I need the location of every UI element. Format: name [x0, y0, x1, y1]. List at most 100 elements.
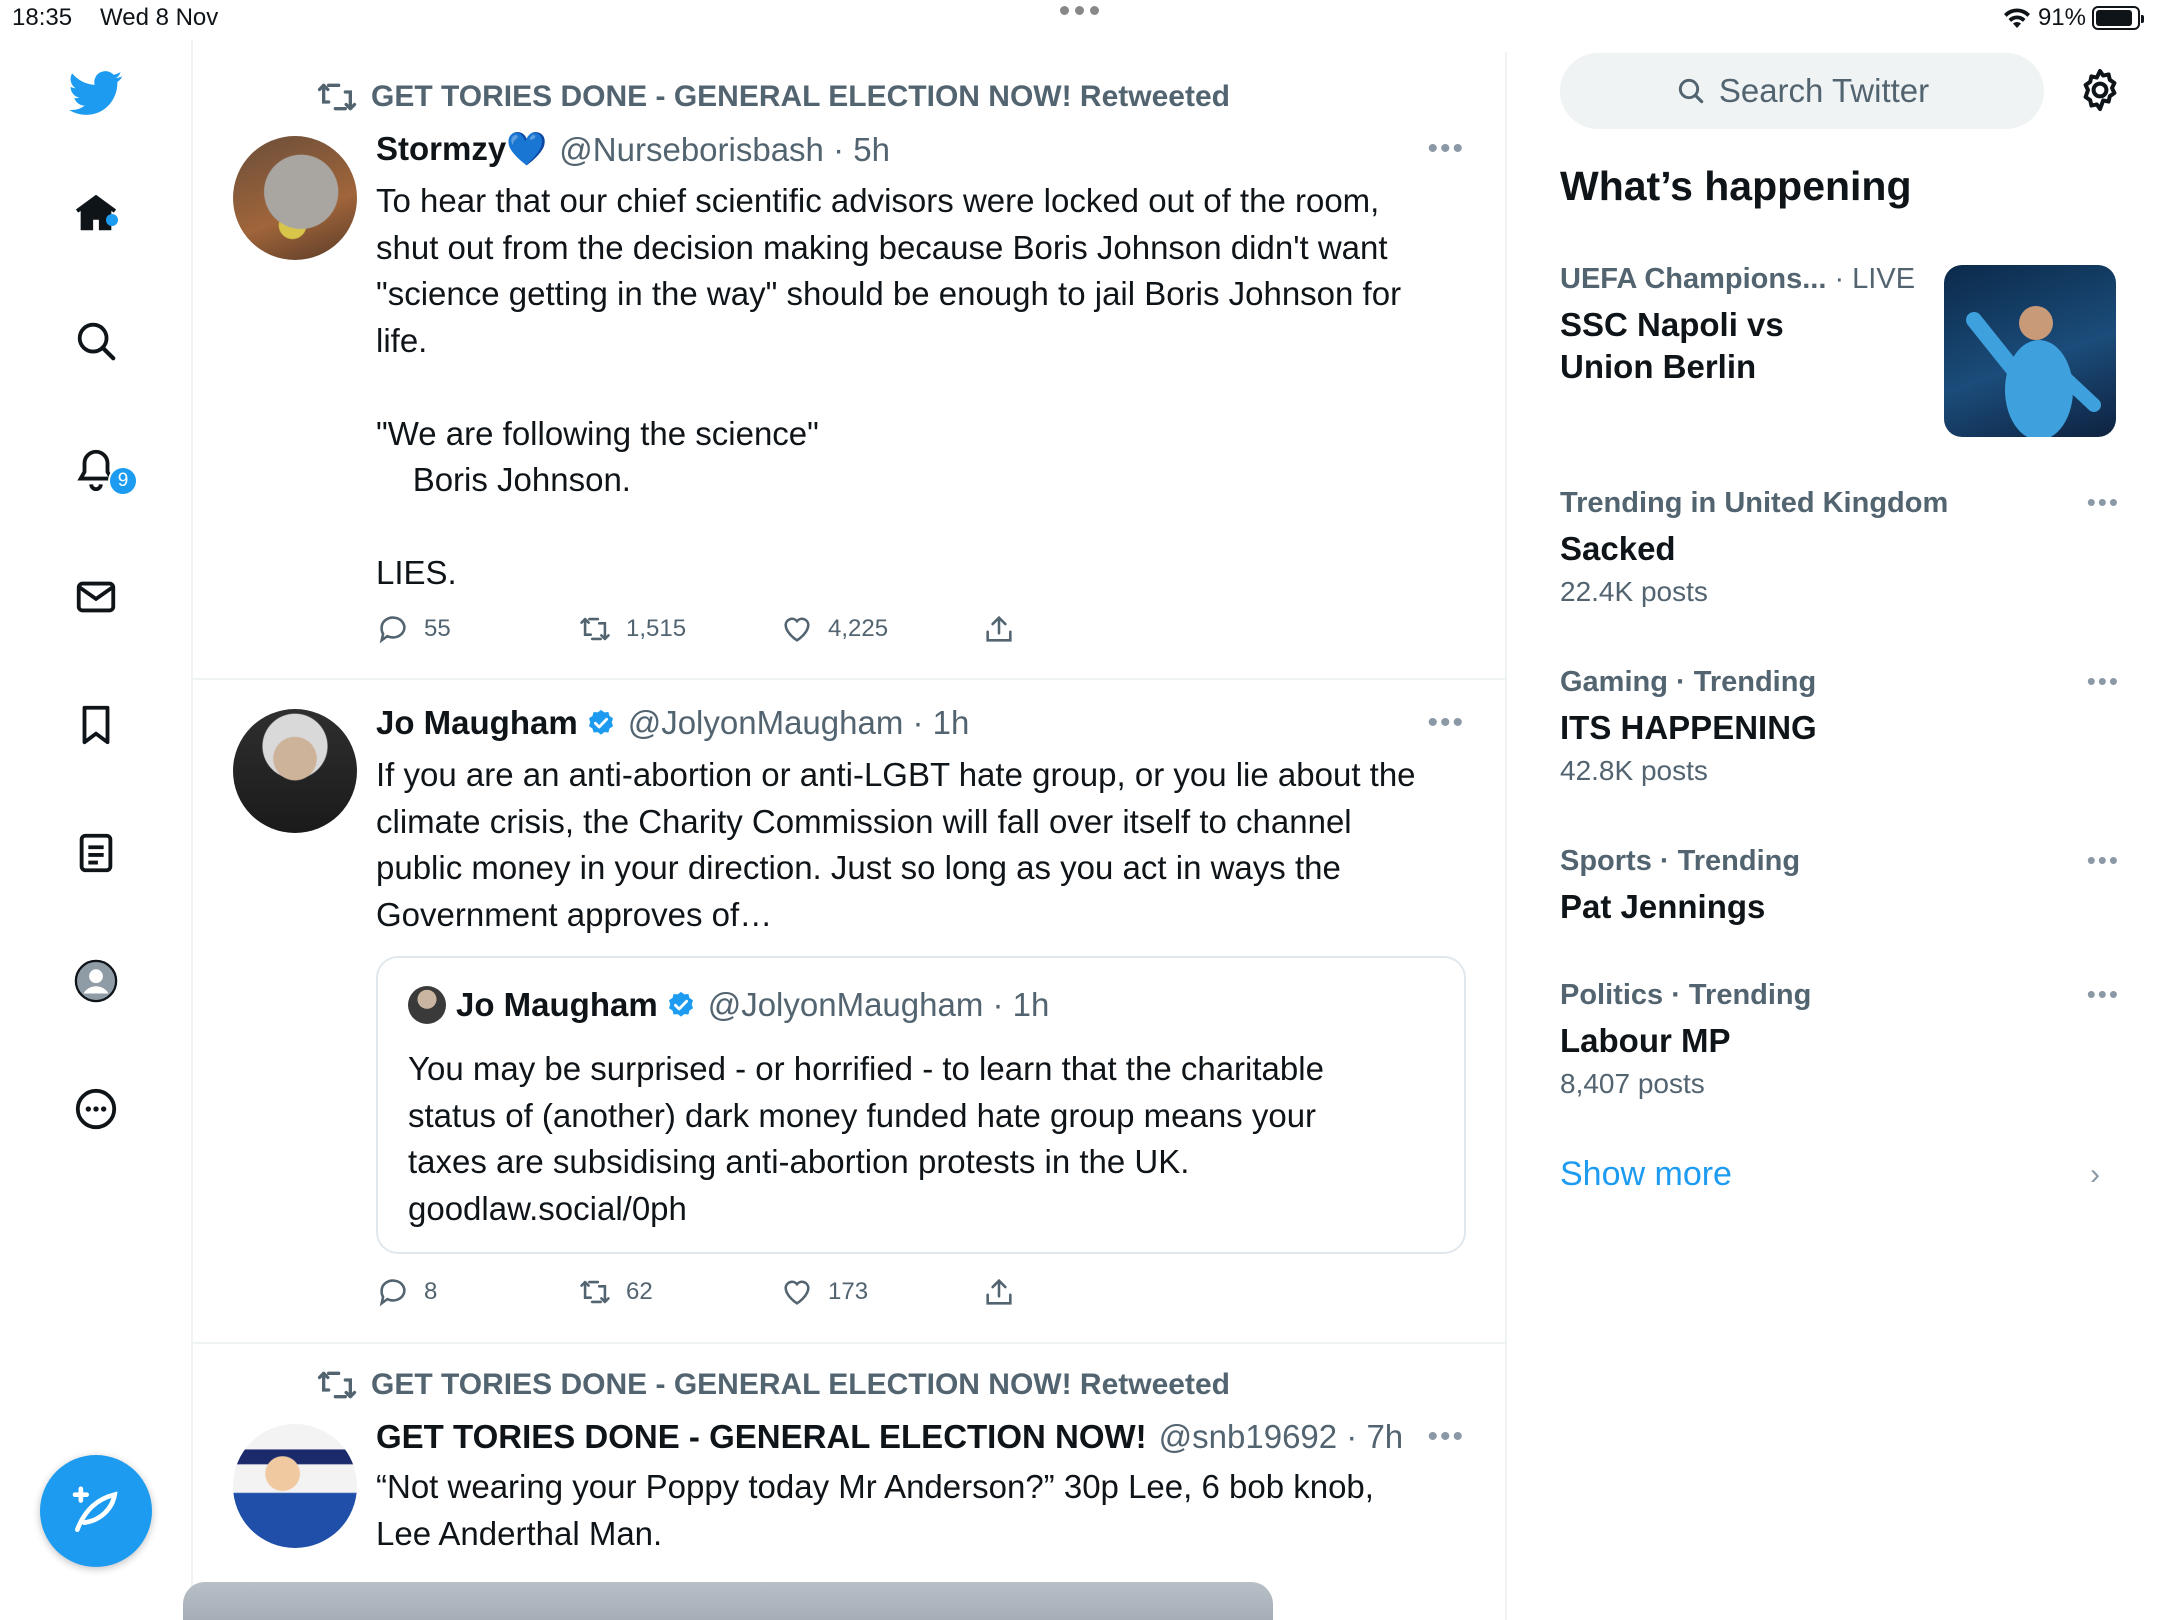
reply-icon	[379, 1279, 406, 1307]
twitter-logo-icon[interactable]	[66, 63, 126, 123]
heart-icon	[784, 1280, 810, 1305]
author-name[interactable]: Stormzy💙	[376, 130, 547, 169]
retweet-icon	[580, 1280, 610, 1304]
retweet-button[interactable]: 62	[578, 1275, 780, 1309]
reply-icon	[379, 616, 406, 644]
like-button[interactable]: 4,225	[780, 612, 982, 646]
author-handle[interactable]: @JolyonMaugham · 1h	[628, 704, 970, 742]
trend-name: Pat Jennings	[1560, 888, 1766, 925]
status-date: Wed 8 Nov	[100, 4, 219, 31]
battery-percent: 91%	[2037, 4, 2086, 31]
tweet[interactable]: Jo Maugham @JolyonMaugham · 1h ••• If yo…	[193, 680, 1505, 1344]
status-right: 91%	[2002, 4, 2144, 32]
explore-search-icon[interactable]	[66, 311, 126, 371]
trend-category: UEFA Champions...	[1560, 263, 1827, 295]
tweet-more-button[interactable]: •••	[1427, 132, 1465, 166]
status-time: 18:35	[12, 4, 73, 31]
quoted-user-avatar	[408, 986, 446, 1024]
tweet-more-button[interactable]: •••	[1427, 1420, 1465, 1454]
author-name[interactable]: GET TORIES DONE - GENERAL ELECTION NOW!	[376, 1418, 1147, 1456]
notifications-badge: 9	[108, 466, 138, 496]
trend-live-label: · LIVE	[1826, 263, 1916, 295]
author-handle[interactable]: @snb19692 · 7h	[1159, 1418, 1404, 1456]
retweet-indicator: GET TORIES DONE - GENERAL ELECTION NOW! …	[317, 1368, 1230, 1402]
user-avatar[interactable]	[233, 709, 357, 833]
wifi-icon	[2003, 8, 2030, 28]
reply-button[interactable]: 8	[376, 1275, 578, 1309]
chevron-right-icon[interactable]: ›	[2090, 1158, 2100, 1192]
trend-item[interactable]: Gaming · Trending ITS HAPPENING 42.8K po…	[1560, 666, 2120, 787]
quoted-tweet[interactable]: Jo Maugham @JolyonMaugham · 1h You may b…	[376, 956, 1466, 1254]
tweet[interactable]: GET TORIES DONE - GENERAL ELECTION NOW! …	[193, 1344, 1505, 1620]
trend-thumbnail[interactable]	[1944, 265, 2116, 437]
retweet-icon	[317, 83, 357, 111]
like-count: 173	[828, 1278, 869, 1305]
share-button[interactable]	[982, 612, 1184, 646]
trend-item[interactable]: Politics · Trending Labour MP 8,407 post…	[1560, 979, 2120, 1100]
trend-count: 42.8K posts	[1560, 755, 1708, 786]
retweet-count: 62	[626, 1278, 653, 1305]
retweet-label: GET TORIES DONE - GENERAL ELECTION NOW! …	[371, 1368, 1230, 1401]
heart-icon	[784, 617, 810, 642]
profile-avatar-icon[interactable]	[66, 951, 126, 1011]
show-more-link[interactable]: Show more	[1560, 1155, 1732, 1194]
retweet-label: GET TORIES DONE - GENERAL ELECTION NOW! …	[371, 80, 1230, 113]
left-navigation: 9	[0, 40, 193, 1620]
author-name[interactable]: Jo Maugham	[376, 704, 578, 742]
search-icon	[1678, 78, 1704, 104]
tweet-actions: 55 1,515 4,225	[376, 612, 1184, 646]
search-placeholder: Search Twitter	[1718, 72, 1930, 109]
reply-count: 8	[424, 1278, 438, 1305]
trend-name: Labour MP	[1560, 1022, 1731, 1059]
quoted-tweet-text: You may be surprised - or horrified - to…	[408, 1050, 1324, 1227]
compose-tweet-button[interactable]	[40, 1455, 152, 1567]
more-options-icon[interactable]	[66, 1079, 126, 1139]
trend-name: SSC Napoli vs Union Berlin	[1560, 306, 1784, 385]
user-avatar[interactable]	[233, 136, 357, 260]
trend-more-button[interactable]: •••	[2087, 666, 2120, 697]
verified-badge-icon	[588, 709, 613, 735]
quoted-author-name: Jo Maugham	[456, 986, 658, 1023]
timeline: GET TORIES DONE - GENERAL ELECTION NOW! …	[193, 52, 1507, 1620]
bookmarks-icon[interactable]	[66, 695, 126, 755]
like-button[interactable]: 173	[780, 1275, 982, 1309]
settings-gear-icon[interactable]	[2076, 66, 2124, 114]
trend-name: Sacked	[1560, 530, 1676, 567]
tweet-more-button[interactable]: •••	[1427, 706, 1465, 740]
author-handle[interactable]: @Nurseborisbash · 5h	[559, 131, 890, 169]
share-button[interactable]	[982, 1275, 1184, 1309]
lists-icon[interactable]	[66, 823, 126, 883]
trend-category: Sports · Trending	[1560, 845, 1801, 877]
user-avatar[interactable]	[233, 1424, 357, 1548]
trend-more-button[interactable]: •••	[2087, 845, 2120, 876]
home-unread-dot	[106, 214, 118, 226]
share-icon	[986, 615, 1012, 642]
retweet-button[interactable]: 1,515	[578, 612, 780, 646]
trend-item[interactable]: Trending in United Kingdom Sacked 22.4K …	[1560, 487, 2120, 608]
search-bar[interactable]: Search Twitter	[1560, 53, 2044, 129]
trend-more-button[interactable]: •••	[2087, 979, 2120, 1010]
reply-button[interactable]: 55	[376, 612, 578, 646]
trend-name: ITS HAPPENING	[1560, 709, 1817, 746]
reply-count: 55	[424, 615, 451, 642]
verified-badge-icon	[668, 991, 693, 1017]
messages-envelope-icon[interactable]	[66, 567, 126, 627]
battery-icon	[2092, 6, 2144, 30]
compose-feather-icon	[72, 1486, 118, 1532]
tweet-actions: 8 62 173	[376, 1275, 1184, 1309]
trend-more-button[interactable]: •••	[2087, 487, 2120, 518]
trend-count: 8,407 posts	[1560, 1068, 1705, 1099]
multitask-dots[interactable]	[1060, 6, 1099, 15]
tweet-media-image[interactable]	[183, 1582, 1273, 1620]
tweet[interactable]: GET TORIES DONE - GENERAL ELECTION NOW! …	[193, 52, 1505, 680]
trend-item[interactable]: Sports · Trending Pat Jennings •••	[1560, 845, 2120, 928]
trend-count: 22.4K posts	[1560, 576, 1708, 607]
tweet-text: If you are an anti-abortion or anti-LGBT…	[376, 756, 1416, 933]
tweet-text: “Not wearing your Poppy today Mr Anderso…	[376, 1468, 1374, 1552]
whats-happening-title: What’s happening	[1560, 163, 1912, 209]
share-icon	[986, 1278, 1012, 1305]
quoted-author-handle: @JolyonMaugham · 1h	[707, 986, 1050, 1023]
home-icon[interactable]	[66, 183, 126, 243]
trend-item[interactable]: UEFA Champions... · LIVE SSC Napoli vs U…	[1560, 263, 1940, 388]
retweet-count: 1,515	[626, 615, 687, 642]
